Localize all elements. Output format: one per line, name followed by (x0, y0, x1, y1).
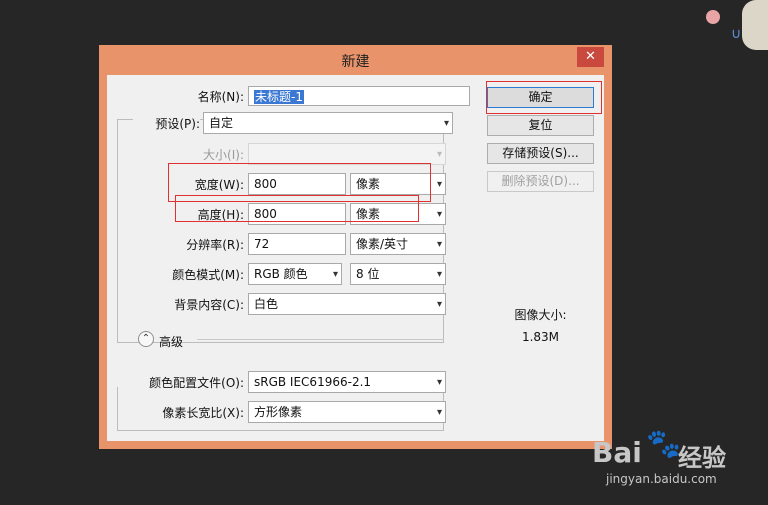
height-highlight-box (175, 195, 419, 222)
background-contents-label: 背景内容(C): (174, 298, 244, 312)
advanced-toggle-icon[interactable]: ⌃ (138, 331, 154, 347)
background-contents-value: 白色 (254, 297, 279, 311)
dialog-body: 名称(N): 未标题-1 预设(P): 自定 ▾ 大小(I): ▾ 宽度(W):… (107, 75, 604, 441)
sticker-letter-icon: ∪ (731, 26, 742, 42)
chevron-down-icon: ▾ (436, 239, 442, 250)
image-size-label: 图像大小: (514, 308, 567, 322)
resolution-input[interactable]: 72 (248, 233, 346, 255)
chevron-down-icon: ▾ (436, 377, 442, 388)
preset-select[interactable]: 自定 ▾ (203, 112, 453, 134)
save-preset-button[interactable]: 存储预设(S)... (487, 143, 594, 164)
pixel-aspect-label: 像素长宽比(X): (162, 406, 244, 420)
image-size-value: 1.83M (521, 330, 560, 344)
name-input-value: 未标题-1 (254, 90, 304, 104)
chevron-down-icon: ▾ (436, 269, 442, 280)
chevron-down-icon: ▾ (443, 118, 449, 129)
resolution-unit-value: 像素/英寸 (356, 237, 409, 251)
chevron-down-icon: ▾ (332, 269, 338, 280)
dialog-title: 新建 (341, 54, 370, 70)
advanced-divider (197, 339, 444, 340)
name-input[interactable]: 未标题-1 (248, 86, 470, 106)
character-sticker-icon (742, 0, 768, 50)
baidu-brand-left: Bai (592, 436, 642, 469)
new-document-dialog: 新建 ✕ 名称(N): 未标题-1 预设(P): 自定 ▾ 大小(I): ▾ 宽… (99, 45, 612, 449)
color-mode-value: RGB 颜色 (254, 267, 308, 281)
chevron-down-icon: ▾ (436, 299, 442, 310)
delete-preset-button[interactable]: 删除预设(D)... (487, 171, 594, 192)
paw-icon: 🐾 (646, 427, 681, 460)
chevron-down-icon: ▾ (436, 209, 442, 220)
chevron-down-icon: ▾ (436, 407, 442, 418)
size-label: 大小(I): (203, 148, 244, 162)
resolution-label: 分辨率(R): (186, 238, 244, 252)
preset-select-value: 自定 (209, 116, 234, 130)
color-profile-value: sRGB IEC61966-2.1 (254, 375, 372, 389)
size-select[interactable]: ▾ (248, 143, 446, 165)
watermark-url: jingyan.baidu.com (606, 472, 717, 486)
close-icon[interactable]: ✕ (577, 47, 604, 67)
chevron-down-icon: ▾ (436, 179, 442, 190)
chevron-down-icon: ▾ (436, 149, 442, 160)
bit-depth-value: 8 位 (356, 267, 380, 281)
color-mode-label: 颜色模式(M): (172, 268, 244, 282)
color-mode-select[interactable]: RGB 颜色 ▾ (248, 263, 342, 285)
baidu-brand-right: 经验 (678, 444, 726, 472)
color-profile-label: 颜色配置文件(O): (149, 376, 244, 390)
advanced-label: 高级 (159, 335, 184, 349)
resolution-unit-select[interactable]: 像素/英寸 ▾ (350, 233, 446, 255)
preset-label: 预设(P): (133, 115, 200, 132)
pixel-aspect-select[interactable]: 方形像素 ▾ (248, 401, 446, 423)
pixel-aspect-value: 方形像素 (254, 405, 303, 419)
background-contents-select[interactable]: 白色 ▾ (248, 293, 446, 315)
dialog-titlebar[interactable]: 新建 ✕ (99, 45, 612, 75)
name-label: 名称(N): (197, 90, 244, 104)
reset-button[interactable]: 复位 (487, 115, 594, 136)
bit-depth-select[interactable]: 8 位 ▾ (350, 263, 446, 285)
ok-highlight-box (486, 81, 602, 114)
flower-icon (706, 10, 720, 24)
color-profile-select[interactable]: sRGB IEC61966-2.1 ▾ (248, 371, 446, 393)
